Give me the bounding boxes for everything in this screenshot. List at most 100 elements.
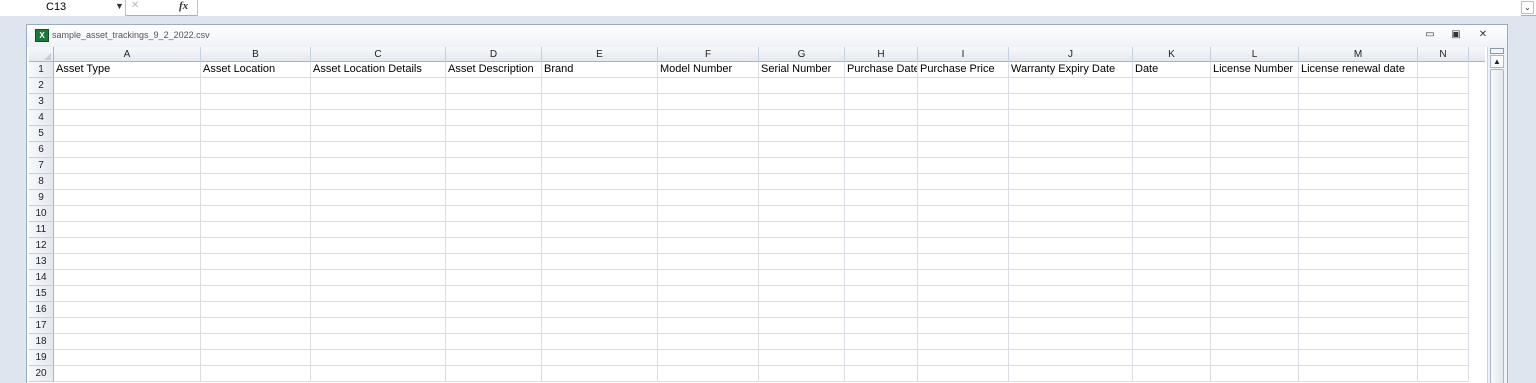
name-box[interactable]: C13 ▼ — [0, 0, 126, 16]
cell[interactable] — [918, 206, 1009, 222]
cell[interactable] — [311, 174, 446, 190]
cell[interactable] — [54, 302, 201, 318]
cell[interactable] — [658, 126, 759, 142]
cell[interactable] — [1211, 142, 1299, 158]
cell[interactable] — [1418, 286, 1469, 302]
cell[interactable] — [1418, 110, 1469, 126]
cell[interactable] — [1299, 110, 1418, 126]
cell[interactable] — [54, 254, 201, 270]
cell[interactable] — [1009, 254, 1133, 270]
cell[interactable]: Warranty Expiry Date — [1009, 62, 1133, 78]
cell[interactable] — [1418, 158, 1469, 174]
cell[interactable] — [658, 350, 759, 366]
cell[interactable] — [201, 286, 311, 302]
cell[interactable] — [542, 334, 658, 350]
cell[interactable] — [759, 270, 845, 286]
cell[interactable] — [1133, 158, 1211, 174]
cell[interactable] — [918, 222, 1009, 238]
cell[interactable] — [1133, 350, 1211, 366]
cell[interactable] — [542, 254, 658, 270]
cell[interactable] — [201, 254, 311, 270]
cell[interactable] — [54, 222, 201, 238]
cell[interactable] — [54, 190, 201, 206]
column-header[interactable]: J — [1009, 47, 1133, 62]
cell[interactable] — [1009, 174, 1133, 190]
cell[interactable] — [201, 366, 311, 382]
cell[interactable] — [1299, 174, 1418, 190]
cell[interactable] — [759, 78, 845, 94]
cell[interactable] — [54, 110, 201, 126]
row-header[interactable]: 18 — [29, 334, 54, 350]
column-header[interactable]: H — [845, 47, 918, 62]
cell[interactable] — [918, 190, 1009, 206]
split-box[interactable] — [1490, 48, 1504, 54]
cell[interactable] — [1211, 190, 1299, 206]
cell[interactable] — [54, 286, 201, 302]
cell[interactable] — [201, 94, 311, 110]
cell[interactable] — [1418, 254, 1469, 270]
cell[interactable] — [1133, 206, 1211, 222]
cell[interactable] — [1418, 350, 1469, 366]
row-header[interactable]: 14 — [29, 270, 54, 286]
cell[interactable] — [1133, 190, 1211, 206]
cell[interactable] — [446, 366, 542, 382]
cell[interactable]: Purchase Date — [845, 62, 918, 78]
cell[interactable] — [845, 286, 918, 302]
cell[interactable] — [1211, 366, 1299, 382]
cell[interactable] — [1418, 94, 1469, 110]
insert-function-icon[interactable]: fx — [179, 0, 188, 12]
expand-formula-bar-icon[interactable]: ⌄ — [1521, 1, 1534, 14]
cell[interactable] — [446, 318, 542, 334]
cell[interactable] — [658, 238, 759, 254]
cell[interactable] — [1299, 238, 1418, 254]
cell[interactable] — [542, 206, 658, 222]
cell[interactable] — [201, 142, 311, 158]
cell[interactable] — [446, 174, 542, 190]
cell[interactable] — [1418, 334, 1469, 350]
row-header[interactable]: 17 — [29, 318, 54, 334]
cell[interactable] — [201, 78, 311, 94]
cell[interactable]: Date — [1133, 62, 1211, 78]
cell[interactable] — [759, 158, 845, 174]
cell[interactable] — [1133, 78, 1211, 94]
cell[interactable] — [54, 158, 201, 174]
cancel-icon[interactable]: ✕ — [131, 0, 139, 11]
column-header[interactable]: F — [658, 47, 759, 62]
cell[interactable] — [542, 174, 658, 190]
cell[interactable] — [1009, 158, 1133, 174]
cell[interactable] — [759, 366, 845, 382]
cell[interactable] — [1009, 350, 1133, 366]
cell[interactable] — [1418, 62, 1469, 78]
cell[interactable] — [759, 126, 845, 142]
cell[interactable] — [1418, 270, 1469, 286]
cell[interactable] — [1418, 302, 1469, 318]
cell[interactable] — [759, 190, 845, 206]
cell[interactable] — [1299, 302, 1418, 318]
cell[interactable] — [54, 174, 201, 190]
cell[interactable] — [918, 94, 1009, 110]
minimize-icon[interactable]: ▭ — [1423, 28, 1437, 42]
select-all-button[interactable] — [29, 47, 54, 62]
cell[interactable] — [759, 334, 845, 350]
cell[interactable] — [1418, 318, 1469, 334]
row-header[interactable]: 11 — [29, 222, 54, 238]
cell[interactable] — [658, 318, 759, 334]
cell[interactable] — [918, 238, 1009, 254]
cell[interactable] — [658, 286, 759, 302]
cell[interactable] — [201, 158, 311, 174]
cell[interactable] — [845, 110, 918, 126]
cell[interactable] — [201, 222, 311, 238]
cell[interactable]: Asset Location — [201, 62, 311, 78]
cell[interactable] — [845, 238, 918, 254]
cell[interactable] — [446, 222, 542, 238]
column-header[interactable]: G — [759, 47, 845, 62]
cell[interactable] — [201, 238, 311, 254]
cell[interactable] — [1299, 254, 1418, 270]
cell[interactable] — [845, 126, 918, 142]
cell[interactable] — [311, 286, 446, 302]
cell[interactable] — [542, 286, 658, 302]
cell[interactable] — [658, 190, 759, 206]
row-header[interactable]: 8 — [29, 174, 54, 190]
cell[interactable] — [1211, 254, 1299, 270]
cell[interactable] — [658, 206, 759, 222]
